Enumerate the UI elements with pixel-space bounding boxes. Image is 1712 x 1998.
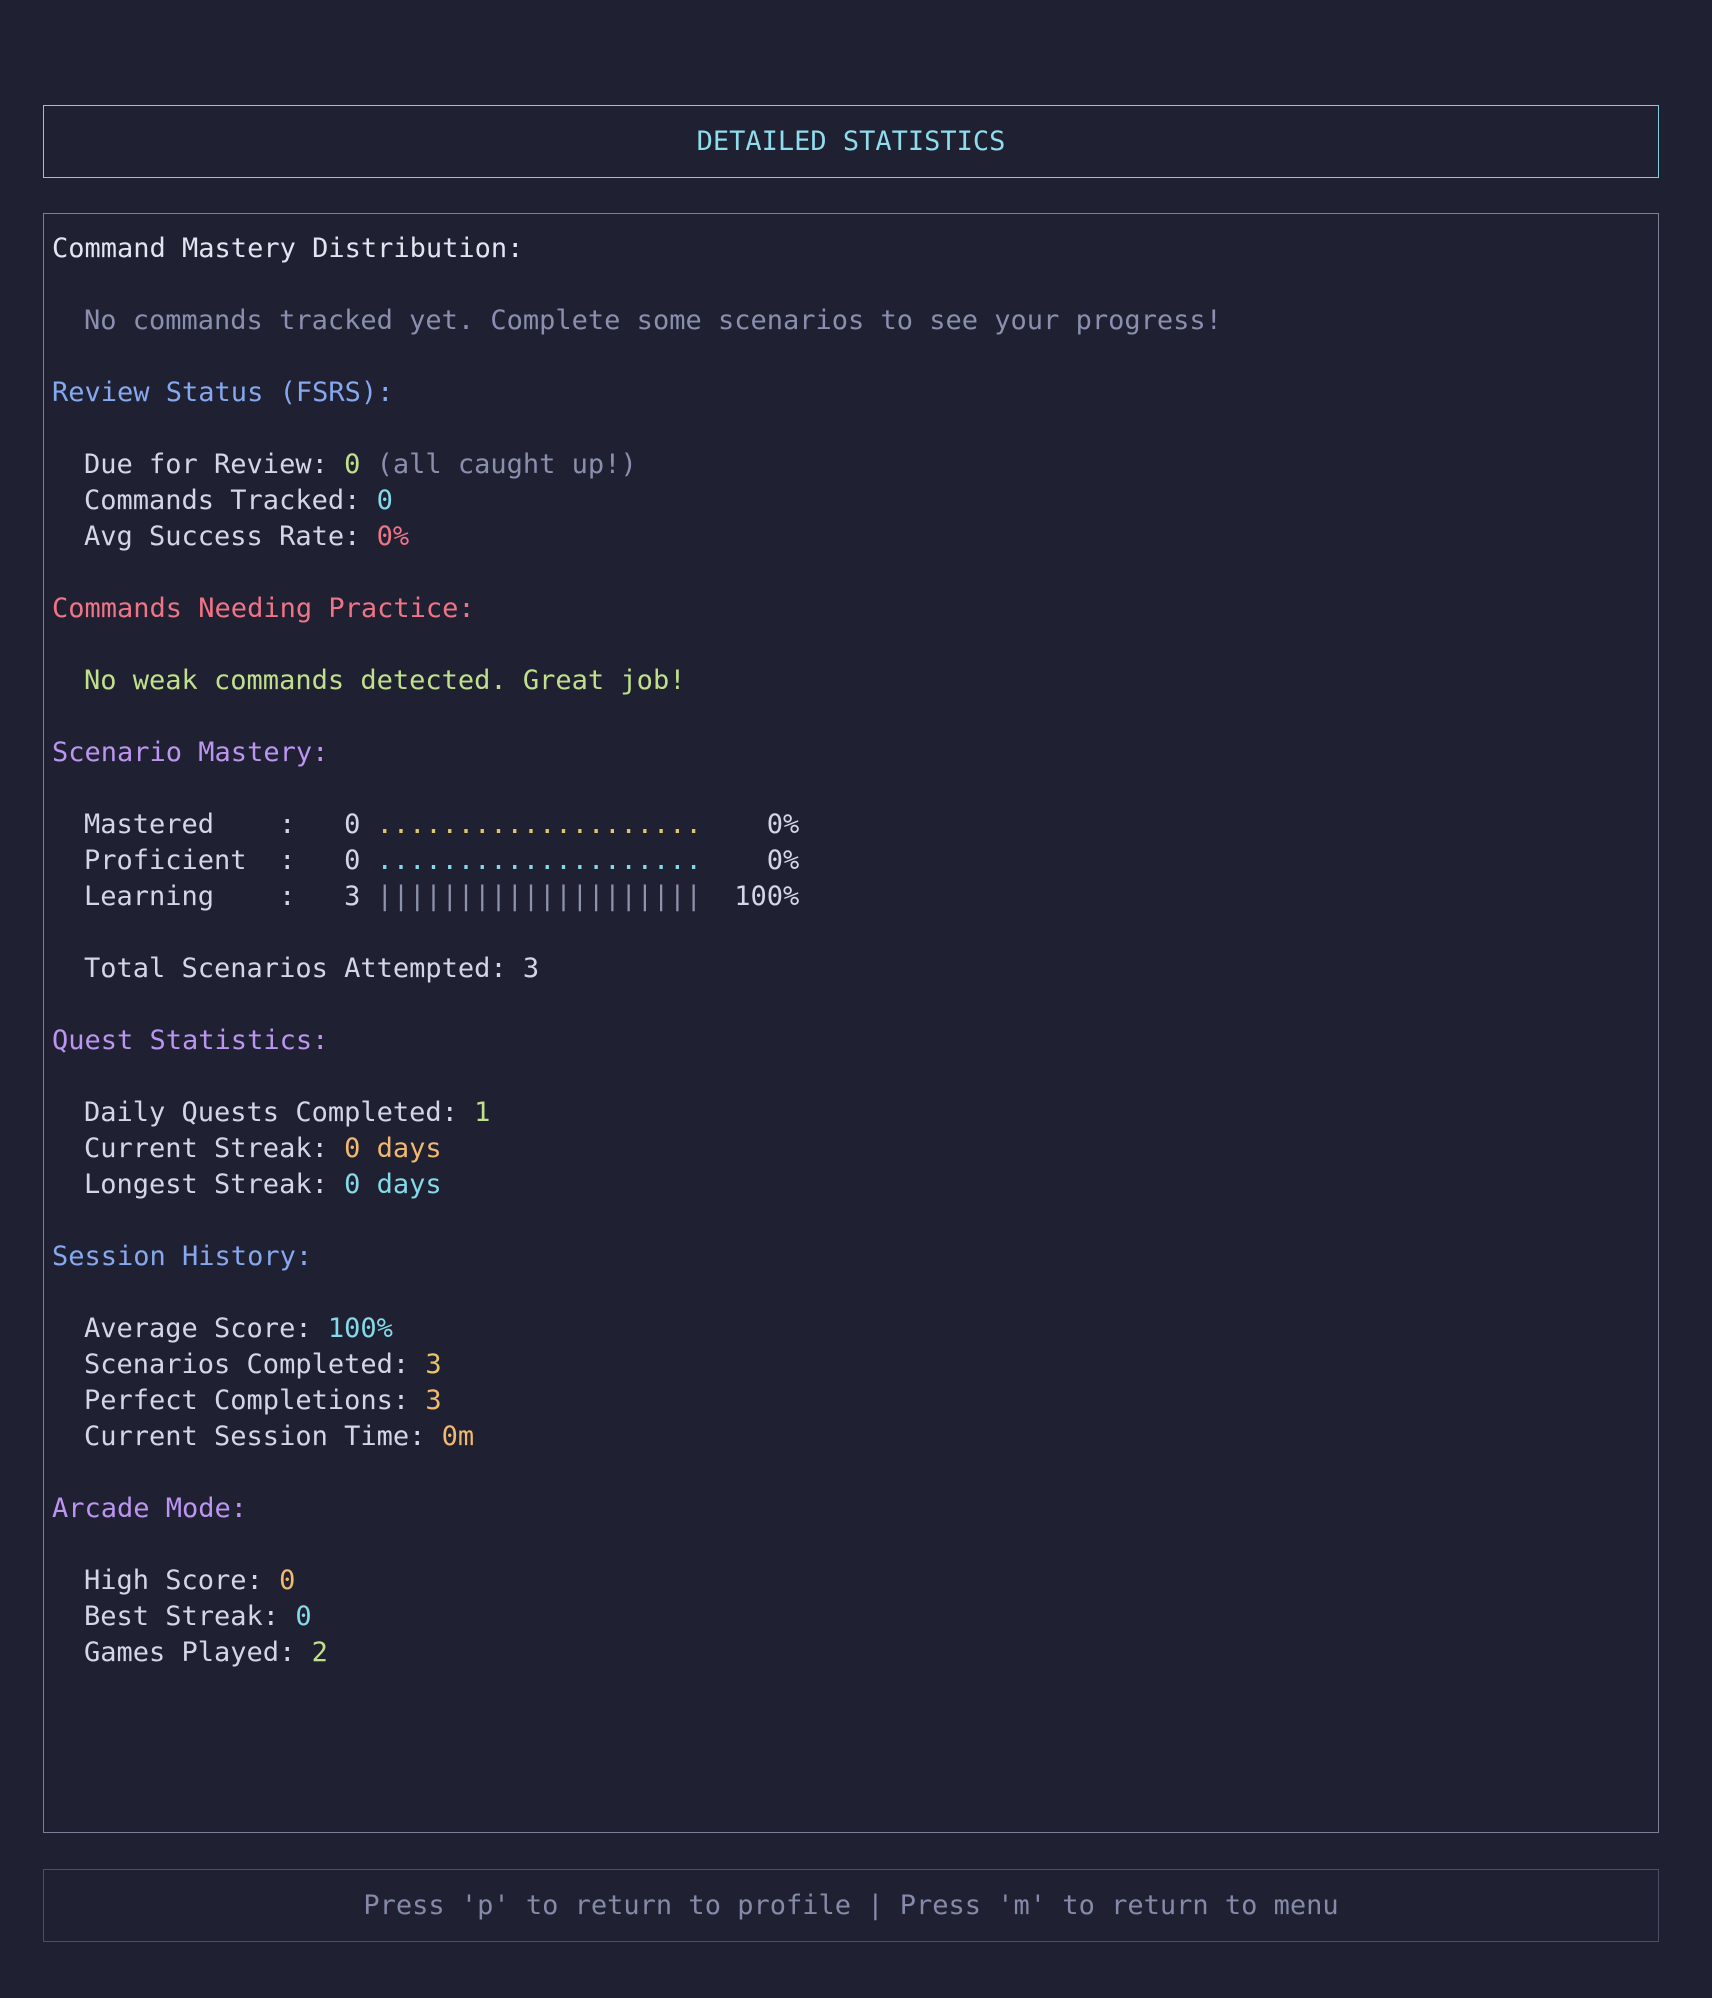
header-panel: DETAILED STATISTICS <box>43 105 1659 178</box>
scenarios-completed-label: Scenarios Completed: <box>84 1349 426 1380</box>
current-streak-label: Current Streak: <box>84 1133 345 1164</box>
avg-success-rate-value: 0% <box>376 521 410 552</box>
commands-tracked-row: Commands Tracked: 0 <box>52 483 1658 519</box>
quest-statistics-heading: Quest Statistics: <box>52 1025 329 1056</box>
mastery-row-count: 0 <box>344 809 361 840</box>
high-score-label: High Score: <box>84 1565 280 1596</box>
session-time-label: Current Session Time: <box>84 1421 442 1452</box>
scenarios-completed-row: Scenarios Completed: 3 <box>52 1347 1658 1383</box>
arcade-mode-heading: Arcade Mode: <box>52 1493 248 1524</box>
needing-practice-message: No weak commands detected. Great job! <box>84 665 686 696</box>
mastery-row-count: 3 <box>344 881 361 912</box>
total-scenarios-row: Total Scenarios Attempted: 3 <box>52 951 1658 987</box>
needing-practice-heading: Commands Needing Practice: <box>52 593 475 624</box>
avg-success-rate-label: Avg Success Rate: <box>84 521 377 552</box>
games-played-row: Games Played: 2 <box>52 1635 1658 1671</box>
best-streak-label: Best Streak: <box>84 1601 296 1632</box>
command-mastery-heading: Command Mastery Distribution: <box>52 233 524 264</box>
average-score-label: Average Score: <box>84 1313 328 1344</box>
mastery-row-learning: Learning : 3 |||||||||||||||||||| 100% <box>52 879 1658 915</box>
command-mastery-empty-message: No commands tracked yet. Complete some s… <box>84 305 1222 336</box>
commands-tracked-value: 0 <box>376 485 393 516</box>
mastery-row-bar: |||||||||||||||||||| <box>376 881 702 912</box>
longest-streak-label: Longest Streak: <box>84 1169 345 1200</box>
footer-hint: Press 'p' to return to profile | Press '… <box>363 1890 1339 1921</box>
best-streak-value: 0 <box>295 1601 312 1632</box>
due-for-review-value: 0 <box>344 449 361 480</box>
games-played-value: 2 <box>311 1637 328 1668</box>
high-score-row: High Score: 0 <box>52 1563 1658 1599</box>
scenarios-completed-value: 3 <box>425 1349 442 1380</box>
perfect-completions-value: 3 <box>425 1385 442 1416</box>
mastery-row-mastered: Mastered : 0 .................... 0% <box>52 807 1658 843</box>
mastery-row-proficient: Proficient : 0 .................... 0% <box>52 843 1658 879</box>
session-time-row: Current Session Time: 0m <box>52 1419 1658 1455</box>
longest-streak-row: Longest Streak: 0 days <box>52 1167 1658 1203</box>
longest-streak-value: 0 days <box>344 1169 442 1200</box>
page-title: DETAILED STATISTICS <box>696 126 1006 157</box>
total-scenarios-label: Total Scenarios Attempted: <box>84 953 523 984</box>
due-for-review-note: (all caught up!) <box>360 449 637 480</box>
current-streak-value: 0 days <box>344 1133 442 1164</box>
mastery-row-label: Mastered : <box>84 809 345 840</box>
current-streak-row: Current Streak: 0 days <box>52 1131 1658 1167</box>
footer-panel: Press 'p' to return to profile | Press '… <box>43 1869 1659 1942</box>
mastery-row-percent: 0% <box>701 809 800 840</box>
session-time-value: 0m <box>441 1421 475 1452</box>
scenario-mastery-heading: Scenario Mastery: <box>52 737 329 768</box>
mastery-row-bar: .................... <box>376 845 702 876</box>
perfect-completions-row: Perfect Completions: 3 <box>52 1383 1658 1419</box>
perfect-completions-label: Perfect Completions: <box>84 1385 426 1416</box>
daily-quests-label: Daily Quests Completed: <box>84 1097 475 1128</box>
mastery-row-label: Learning : <box>84 881 345 912</box>
due-for-review-row: Due for Review: 0 (all caught up!) <box>52 447 1658 483</box>
mastery-row-bar: .................... <box>376 809 702 840</box>
mastery-row-percent: 0% <box>701 845 800 876</box>
mastery-row-count: 0 <box>344 845 361 876</box>
mastery-row-percent: 100% <box>701 881 800 912</box>
best-streak-row: Best Streak: 0 <box>52 1599 1658 1635</box>
daily-quests-row: Daily Quests Completed: 1 <box>52 1095 1658 1131</box>
games-played-label: Games Played: <box>84 1637 312 1668</box>
mastery-row-label: Proficient : <box>84 845 345 876</box>
review-status-heading: Review Status (FSRS): <box>52 377 394 408</box>
due-for-review-label: Due for Review: <box>84 449 345 480</box>
statistics-panel: Command Mastery Distribution: No command… <box>43 213 1659 1833</box>
session-history-heading: Session History: <box>52 1241 313 1272</box>
average-score-row: Average Score: 100% <box>52 1311 1658 1347</box>
total-scenarios-value: 3 <box>522 953 540 984</box>
high-score-value: 0 <box>279 1565 296 1596</box>
avg-success-rate-row: Avg Success Rate: 0% <box>52 519 1658 555</box>
average-score-value: 100% <box>327 1313 393 1344</box>
commands-tracked-label: Commands Tracked: <box>84 485 377 516</box>
daily-quests-value: 1 <box>474 1097 491 1128</box>
